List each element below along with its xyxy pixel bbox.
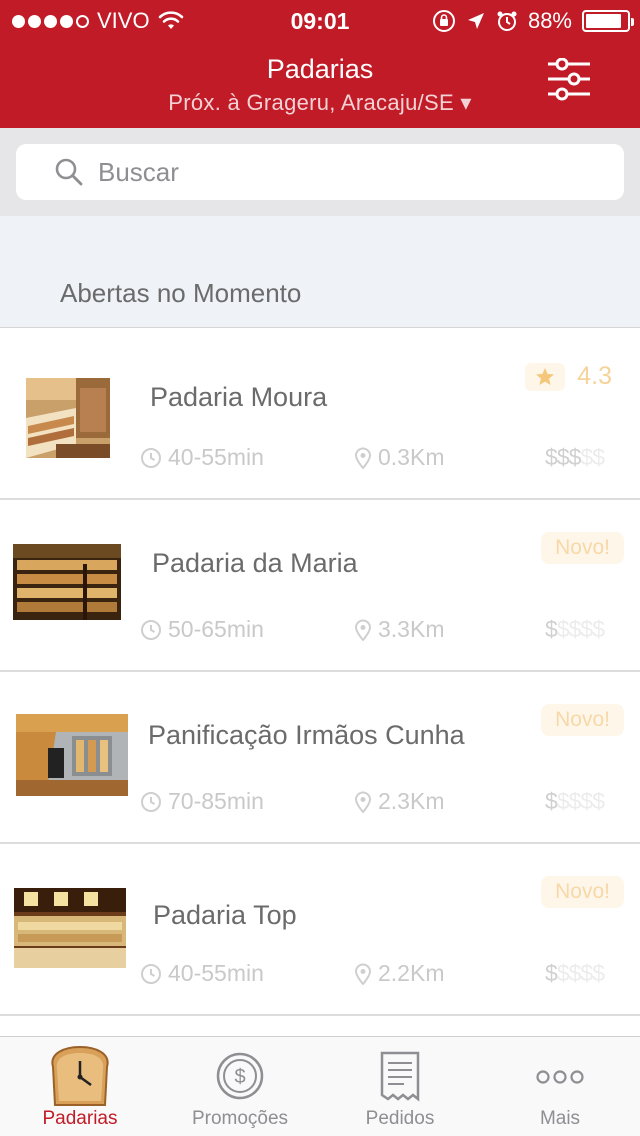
search-input[interactable]	[98, 156, 578, 188]
search-icon	[55, 158, 83, 186]
tab-label: Mais	[539, 1108, 581, 1129]
distance: 3.3Km	[354, 616, 444, 643]
tab-padarias[interactable]: Padarias	[0, 1037, 160, 1136]
price-active: $$$	[545, 444, 581, 470]
bakery-thumbnail	[16, 714, 128, 796]
bakery-name: Panificação Irmãos Cunha	[148, 720, 465, 750]
price-dim: $$$$	[556, 788, 605, 814]
price-dim: $$	[580, 444, 605, 470]
svg-text:$: $	[234, 1066, 245, 1088]
search-box[interactable]	[16, 144, 624, 200]
location-pin-icon	[354, 791, 372, 813]
price-level: $$$$$	[545, 788, 605, 815]
price-dim: $$$$	[556, 616, 605, 642]
section-header: Abertas no Momento	[0, 216, 640, 328]
location-pin-icon	[354, 619, 372, 641]
location-pin-icon	[354, 963, 372, 985]
tab-label: Promoções	[191, 1108, 289, 1129]
bakery-name: Padaria da Maria	[152, 548, 358, 578]
delivery-time-value: 50-65min	[168, 616, 264, 642]
new-badge: Novo!	[541, 532, 624, 564]
distance: 0.3Km	[354, 444, 444, 471]
price-active: $	[545, 788, 558, 814]
bakery-name: Padaria Moura	[150, 382, 328, 412]
price-level: $$$$$	[545, 616, 605, 643]
distance: 2.3Km	[354, 788, 444, 815]
tab-mais[interactable]: Mais	[480, 1037, 640, 1136]
distance-value: 3.3Km	[378, 616, 445, 642]
distance-value: 2.2Km	[378, 960, 445, 986]
more-dots-icon	[536, 1070, 584, 1084]
dollar-coin-icon: $	[216, 1052, 264, 1100]
location-pin-icon	[354, 447, 372, 469]
price-active: $	[545, 616, 558, 642]
delivery-time: 40-55min	[140, 444, 264, 471]
header-bar: VIVO 09:01 88% Padarias Próx. à Grageru,…	[0, 0, 640, 128]
delivery-time-value: 40-55min	[168, 960, 264, 986]
star-icon	[536, 367, 555, 385]
tab-label: Padarias	[42, 1108, 118, 1129]
delivery-time: 40-55min	[140, 960, 264, 987]
rating-value: 4.3	[577, 362, 612, 390]
rating: 4.3	[525, 362, 612, 391]
distance-value: 0.3Km	[378, 444, 445, 470]
new-badge: Novo!	[541, 876, 624, 908]
filter-sliders-icon[interactable]	[546, 58, 592, 102]
bread-clock-icon	[51, 1045, 109, 1106]
list-item[interactable]: Padaria Top Novo! 40-55min 2.2Km $$$$$	[0, 844, 640, 1016]
page-title: Padarias	[266, 54, 374, 84]
tab-pedidos[interactable]: Pedidos	[320, 1037, 480, 1136]
receipt-icon	[380, 1051, 420, 1102]
location-selector[interactable]: Próx. à Grageru, Aracaju/SE ▾	[0, 90, 640, 116]
price-active: $	[545, 960, 558, 986]
location-arrow-icon	[467, 13, 484, 29]
clock-icon	[141, 791, 161, 812]
price-level: $$$$$	[545, 960, 605, 987]
search-area	[0, 128, 640, 216]
tab-label: Pedidos	[365, 1108, 435, 1129]
status-right: 88%	[432, 8, 634, 34]
section-title: Abertas no Momento	[60, 278, 302, 308]
clock-icon	[141, 963, 161, 984]
alarm-icon	[497, 11, 517, 31]
list-item[interactable]: Padaria Moura 4.3 40-55min 0.3Km $$$$$	[0, 328, 640, 500]
delivery-time-value: 40-55min	[168, 444, 264, 470]
delivery-time: 50-65min	[140, 616, 264, 643]
delivery-time-value: 70-85min	[168, 788, 264, 814]
list-item[interactable]: Panificação Irmãos Cunha Novo! 70-85min …	[0, 672, 640, 844]
bakery-thumbnail	[14, 888, 126, 968]
list-item[interactable]: Padaria da Maria Novo! 50-65min 3.3Km $$…	[0, 500, 640, 672]
clock-icon	[141, 619, 161, 640]
price-dim: $$$$	[556, 960, 605, 986]
bakery-thumbnail	[26, 378, 110, 458]
bakery-thumbnail	[13, 544, 121, 620]
battery-icon	[582, 10, 634, 32]
tab-bar: Padarias $ Promoções Pedidos Mais	[0, 1036, 640, 1136]
bakery-list: Padaria Moura 4.3 40-55min 0.3Km $$$$$ P…	[0, 328, 640, 1016]
distance: 2.2Km	[354, 960, 444, 987]
distance-value: 2.3Km	[378, 788, 445, 814]
rotation-lock-icon	[432, 10, 455, 32]
price-level: $$$$$	[545, 444, 605, 471]
battery-percent: 88%	[527, 8, 572, 33]
bakery-name: Padaria Top	[153, 900, 297, 930]
new-badge: Novo!	[541, 704, 624, 736]
delivery-time: 70-85min	[140, 788, 264, 815]
clock-icon	[141, 447, 161, 468]
tab-promocoes[interactable]: $ Promoções	[160, 1037, 320, 1136]
status-bar: VIVO 09:01 88%	[0, 0, 640, 40]
